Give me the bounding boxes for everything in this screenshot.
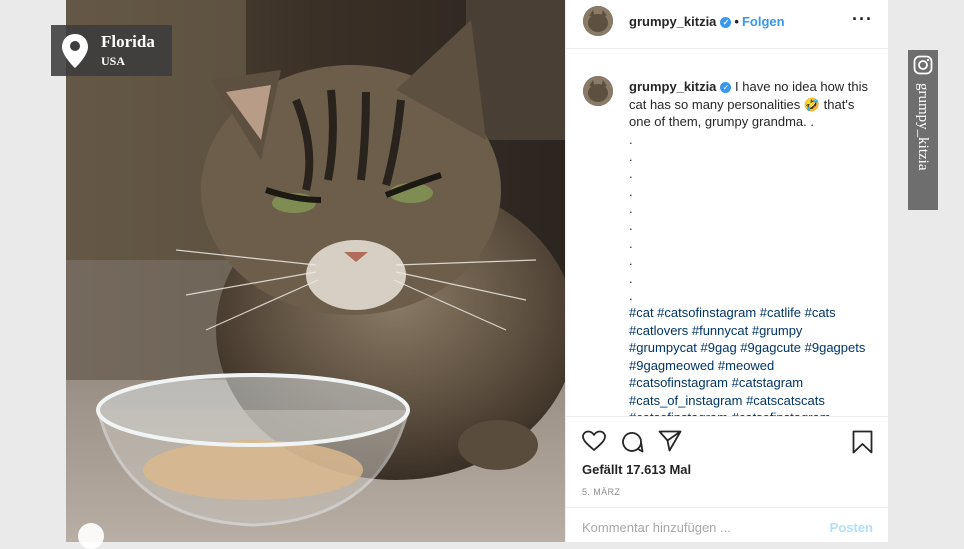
caption-hashtags[interactable]: #cat #catsofinstagram #catlife #cats #ca… — [629, 304, 869, 416]
more-options-button[interactable]: ··· — [852, 9, 873, 30]
avatar-cat-icon — [583, 6, 613, 36]
watermark-handle: grumpy_kitzia — [915, 83, 931, 171]
follow-button[interactable]: Folgen — [742, 14, 785, 29]
post-panel: grumpy_kitzia ✓ • Folgen ··· grumpy_kitzia ✓… — [565, 0, 888, 542]
location-badge: Florida USA — [51, 25, 172, 76]
comment-icon[interactable] — [620, 430, 644, 454]
verified-icon: ✓ — [720, 17, 732, 28]
caption-dot: . — [629, 218, 633, 234]
caption-dot: . — [629, 253, 633, 269]
location-country: USA — [101, 54, 126, 68]
post-actions: Gefällt 17.613 Mal 5. MÄRZ — [566, 416, 888, 507]
caption-dot: . — [629, 201, 633, 217]
tagged-user-icon[interactable] — [78, 523, 104, 549]
comment-input[interactable]: Kommentar hinzufügen ... — [582, 520, 731, 535]
caption-dot: . — [629, 183, 633, 199]
caption-dots: . . . . . . . . . . — [629, 131, 869, 305]
caption-dot: . — [629, 148, 633, 164]
cat-photo-illustration — [66, 0, 565, 542]
post-comment-button[interactable]: Posten — [830, 520, 873, 535]
caption-dot: . — [629, 288, 633, 304]
caption-scroll-area[interactable]: grumpy_kitzia ✓ I have no idea how this c… — [566, 68, 888, 416]
share-icon[interactable] — [658, 430, 682, 452]
header-user-line: grumpy_kitzia ✓ • Folgen — [629, 14, 785, 29]
caption-dot: . — [629, 166, 633, 182]
avatar[interactable] — [583, 6, 613, 36]
header-username[interactable]: grumpy_kitzia — [629, 14, 716, 29]
caption-text: grumpy_kitzia ✓ I have no idea how this c… — [629, 78, 869, 416]
caption-dot: . — [629, 131, 633, 147]
location-city: Florida — [101, 32, 155, 51]
likes-count[interactable]: Gefällt 17.613 Mal — [582, 462, 691, 477]
location-pin-icon — [62, 34, 88, 68]
post-header: grumpy_kitzia ✓ • Folgen ··· — [566, 0, 888, 49]
instagram-icon — [913, 55, 933, 75]
post-photo[interactable] — [66, 0, 565, 542]
caption-dot: . — [629, 235, 633, 251]
separator-dot: • — [734, 14, 739, 29]
heart-icon[interactable] — [582, 430, 606, 452]
verified-icon: ✓ — [720, 82, 732, 93]
post-date: 5. MÄRZ — [582, 487, 621, 497]
caption-avatar[interactable] — [583, 76, 613, 106]
avatar-cat-icon — [583, 76, 613, 106]
caption-dot: . — [629, 270, 633, 286]
bookmark-icon[interactable] — [852, 430, 873, 454]
caption-username[interactable]: grumpy_kitzia — [629, 79, 716, 94]
instagram-watermark: grumpy_kitzia — [908, 50, 938, 210]
